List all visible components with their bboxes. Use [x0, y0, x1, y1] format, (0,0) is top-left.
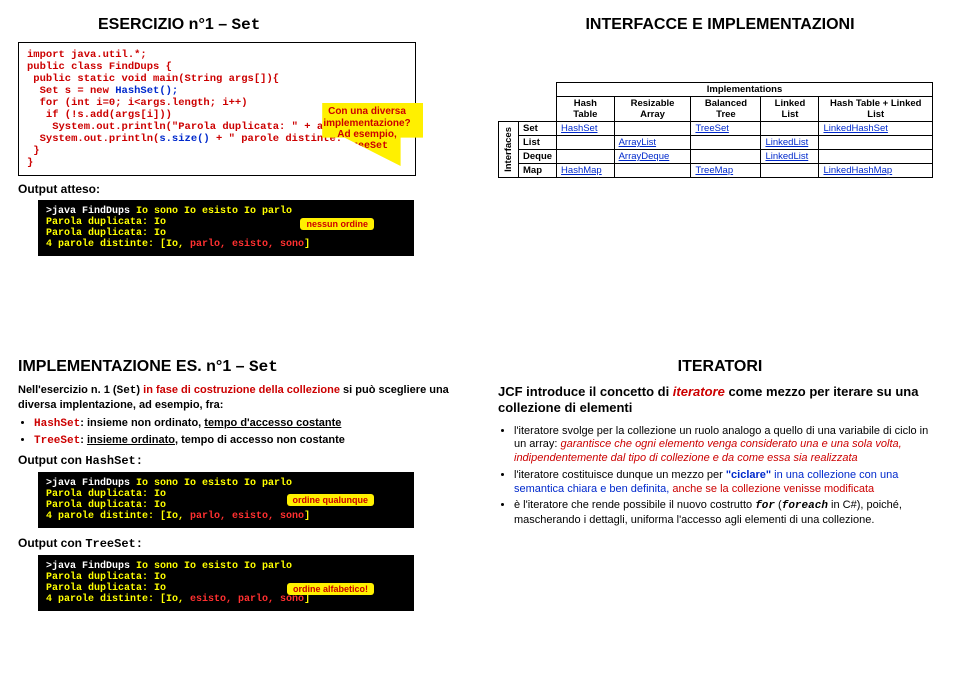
interfaces-table: Implementations Hash Table Resizable Arr…: [498, 82, 933, 178]
link[interactable]: ArrayList: [619, 137, 656, 148]
slide-title: ITERATORI: [498, 358, 942, 376]
list-item: l'iteratore costituisce dunque un mezzo …: [514, 469, 942, 497]
code-line: }: [27, 157, 407, 169]
code-line: import java.util.*;: [27, 49, 407, 61]
slide-implementazione: IMPLEMENTAZIONE ES. n°1 – Set Nell'eserc…: [0, 342, 480, 684]
bullet-list: HashSet: insieme non ordinato, tempo d'a…: [18, 417, 462, 450]
list-item: è l'iteratore che rende possibile il nuo…: [514, 499, 942, 528]
bullet-list: l'iteratore svolge per la collezione un …: [498, 425, 942, 528]
link[interactable]: LinkedHashSet: [823, 123, 887, 134]
intro-text: Nell'esercizio n. 1 (Set) in fase di cos…: [18, 384, 462, 413]
table-header: Implementations: [557, 83, 933, 97]
link[interactable]: HashSet: [561, 123, 597, 134]
table-row: Deque ArrayDeque LinkedList: [499, 150, 933, 164]
output-label-hashset: Output con HashSet:: [18, 453, 462, 468]
output-label-treeset: Output con TreeSet:: [18, 536, 462, 551]
table-row: List ArrayList LinkedList: [499, 136, 933, 150]
link[interactable]: LinkedList: [765, 151, 808, 162]
table-header-row: Hash Table Resizable Array Balanced Tree…: [499, 97, 933, 122]
callout-any-order: ordine qualunque: [287, 494, 375, 506]
link[interactable]: TreeMap: [695, 165, 733, 176]
callout-alpha-order: ordine alfabetico!: [287, 583, 374, 595]
table-row: Interfaces Set HashSet TreeSet LinkedHas…: [499, 122, 933, 136]
link[interactable]: HashMap: [561, 165, 602, 176]
link[interactable]: LinkedList: [765, 137, 808, 148]
slide-interfaces: INTERFACCE E IMPLEMENTAZIONI Implementat…: [480, 0, 960, 342]
callout-no-order: nessun ordine: [300, 218, 374, 230]
code-line: Set s = new HashSet();: [27, 85, 407, 97]
output-label: Output atteso:: [18, 182, 462, 196]
list-item: l'iteratore svolge per la collezione un …: [514, 425, 942, 466]
code-box: import java.util.*; public class FindDup…: [18, 42, 416, 176]
list-item: HashSet: insieme non ordinato, tempo d'a…: [34, 417, 462, 432]
code-line: public static void main(String args[]){: [27, 73, 407, 85]
link[interactable]: ArrayDeque: [619, 151, 670, 162]
lead-text: JCF introduce il concetto di iteratore c…: [498, 384, 942, 417]
link[interactable]: TreeSet: [695, 123, 728, 134]
slide-title: INTERFACCE E IMPLEMENTAZIONI: [498, 16, 942, 34]
code-line: public class FindDups {: [27, 61, 407, 73]
slide-title: IMPLEMENTAZIONE ES. n°1 – Set: [18, 358, 462, 376]
console-treeset: >java FindDups Io sono Io esisto Io parl…: [38, 555, 414, 611]
slide-iteratori: ITERATORI JCF introduce il concetto di i…: [480, 342, 960, 684]
link[interactable]: LinkedHashMap: [823, 165, 892, 176]
console-output: >java FindDups Io sono Io esisto Io parl…: [38, 200, 414, 256]
slide-esercizio-set: ESERCIZIO n°1 – Set import java.util.*; …: [0, 0, 480, 342]
list-item: TreeSet: insieme ordinato, tempo di acce…: [34, 434, 462, 449]
table-row: Map HashMap TreeMap LinkedHashMap: [499, 164, 933, 178]
code-line: }: [27, 145, 407, 157]
console-hashset: >java FindDups Io sono Io esisto Io parl…: [38, 472, 414, 528]
slide-title: ESERCIZIO n°1 – Set: [98, 16, 462, 34]
